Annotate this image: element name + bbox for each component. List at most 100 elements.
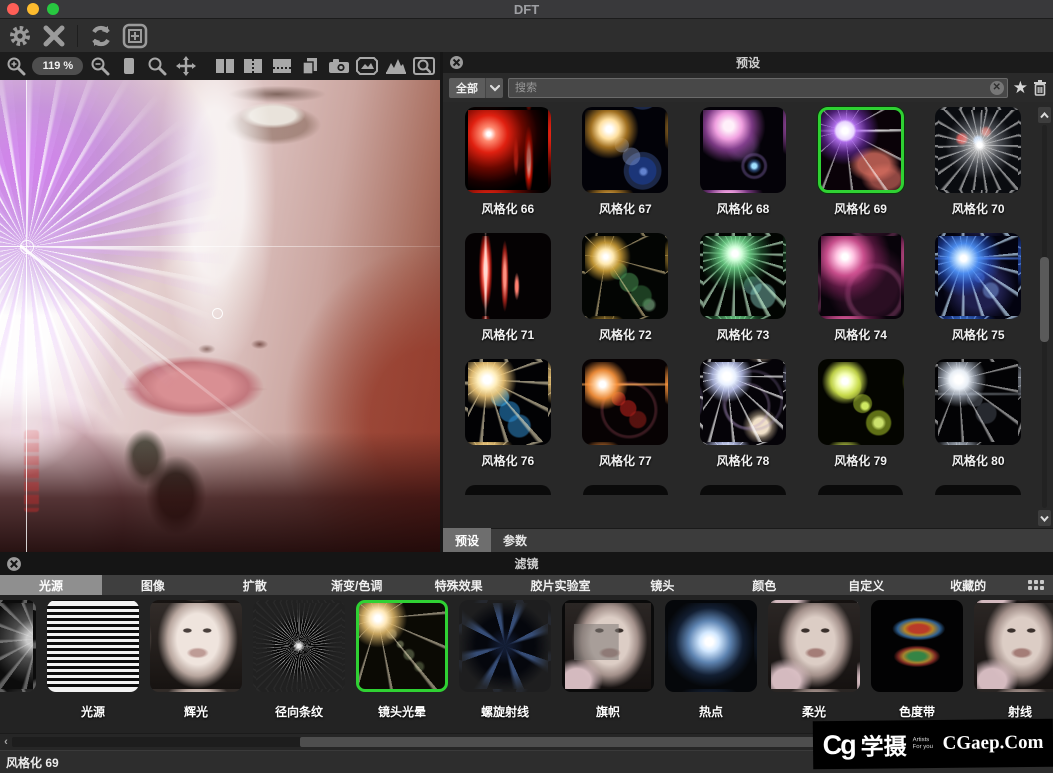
category-tab-light[interactable]: 光源 bbox=[0, 575, 102, 595]
preset-item[interactable]: 风格化 76 bbox=[449, 359, 567, 485]
filter-item-radial-streaks[interactable]: 径向条纹 bbox=[253, 600, 345, 733]
preset-thumbnail-selected[interactable] bbox=[818, 107, 904, 193]
filter-item-partial[interactable]: 线 bbox=[0, 600, 36, 733]
preset-item[interactable]: 风格化 77 bbox=[567, 359, 685, 485]
image-frame-icon[interactable] bbox=[356, 55, 379, 77]
duplicate-view-icon[interactable] bbox=[299, 55, 322, 77]
chevron-down-icon[interactable] bbox=[485, 78, 503, 98]
fit-to-window-icon[interactable] bbox=[117, 55, 140, 77]
preset-item[interactable]: 风格化 80 bbox=[919, 359, 1037, 485]
preset-filter-dropdown[interactable]: 全部 bbox=[449, 78, 503, 98]
scrollbar-thumb[interactable] bbox=[1040, 257, 1049, 342]
preset-item[interactable]: 风格化 73 bbox=[684, 233, 802, 359]
category-tab-custom[interactable]: 自定义 bbox=[815, 575, 917, 595]
filter-item-spiral-rays[interactable]: 螺旋射线 bbox=[459, 600, 551, 733]
preset-thumbnail[interactable] bbox=[465, 107, 551, 193]
preset-thumbnail[interactable] bbox=[935, 107, 1021, 193]
preset-thumbnail[interactable] bbox=[935, 359, 1021, 445]
category-tab-diffusion[interactable]: 扩散 bbox=[204, 575, 306, 595]
category-tab-image[interactable]: 图像 bbox=[102, 575, 204, 595]
filter-item-hotspot[interactable]: 热点 bbox=[665, 600, 757, 733]
preset-item[interactable]: 风格化 70 bbox=[919, 107, 1037, 233]
zoom-out-icon[interactable] bbox=[88, 55, 111, 77]
preset-item[interactable]: 风格化 78 bbox=[684, 359, 802, 485]
preset-thumbnail[interactable] bbox=[700, 233, 786, 319]
preset-scrollbar[interactable] bbox=[1038, 107, 1051, 526]
preset-item[interactable]: 风格化 75 bbox=[919, 233, 1037, 359]
scroll-left-icon[interactable]: ‹ bbox=[0, 734, 12, 751]
delete-trash-icon[interactable] bbox=[1033, 80, 1047, 96]
flare-control-point-secondary[interactable] bbox=[212, 308, 223, 319]
preset-thumbnail[interactable] bbox=[465, 233, 551, 319]
preset-item-selected[interactable]: 风格化 69 bbox=[802, 107, 920, 233]
refresh-icon[interactable] bbox=[87, 23, 115, 49]
category-tab-lens[interactable]: 镜头 bbox=[611, 575, 713, 595]
settings-gear-icon[interactable] bbox=[6, 23, 34, 49]
split-dashed-view-icon[interactable] bbox=[242, 55, 265, 77]
filter-item-flag[interactable]: 旗帜 bbox=[562, 600, 654, 733]
split-horizontal-view-icon[interactable] bbox=[270, 55, 293, 77]
filter-thumbnail[interactable] bbox=[253, 600, 345, 692]
magnifier-icon[interactable] bbox=[145, 55, 168, 77]
filter-item-soft-light[interactable]: 柔光 bbox=[768, 600, 860, 733]
preset-item[interactable]: 风格化 68 bbox=[684, 107, 802, 233]
filter-item-light-source[interactable]: 光源 bbox=[47, 600, 139, 733]
filter-thumbnail[interactable] bbox=[562, 600, 654, 692]
category-tab-favorites[interactable]: 收藏的 bbox=[917, 575, 1019, 595]
preset-thumbnail[interactable] bbox=[935, 233, 1021, 319]
preset-item[interactable]: 风格化 72 bbox=[567, 233, 685, 359]
histogram-icon[interactable] bbox=[384, 55, 407, 77]
filter-item-lens-flare-selected[interactable]: 镜头光晕 bbox=[356, 600, 448, 733]
snapshot-camera-icon[interactable] bbox=[327, 55, 350, 77]
preset-label: 风格化 74 bbox=[834, 326, 887, 343]
zoom-level-display[interactable]: 119 % bbox=[32, 57, 83, 75]
preset-thumbnail[interactable] bbox=[818, 233, 904, 319]
filter-item-rays[interactable]: 射线 bbox=[974, 600, 1053, 733]
filter-item-glow[interactable]: 辉光 bbox=[150, 600, 242, 733]
clear-search-icon[interactable]: ✕ bbox=[990, 81, 1004, 95]
close-filters-panel-icon[interactable] bbox=[6, 556, 22, 572]
preview-loupe-icon[interactable] bbox=[413, 55, 436, 77]
close-panel-icon[interactable] bbox=[449, 55, 464, 70]
filter-thumbnail-selected[interactable] bbox=[356, 600, 448, 692]
scroll-up-icon[interactable] bbox=[1038, 107, 1051, 123]
tab-parameters[interactable]: 参数 bbox=[491, 528, 539, 552]
preset-thumbnail[interactable] bbox=[582, 107, 668, 193]
split-vertical-view-icon[interactable] bbox=[213, 55, 236, 77]
pan-tool-icon[interactable] bbox=[174, 55, 197, 77]
preset-item[interactable]: 风格化 74 bbox=[802, 233, 920, 359]
filter-thumbnail[interactable] bbox=[150, 600, 242, 692]
preset-thumbnail[interactable] bbox=[582, 359, 668, 445]
preset-item[interactable]: 风格化 67 bbox=[567, 107, 685, 233]
filter-thumbnail[interactable] bbox=[47, 600, 139, 692]
scroll-down-icon[interactable] bbox=[1038, 510, 1051, 526]
filter-thumbnail[interactable] bbox=[768, 600, 860, 692]
preset-thumbnail[interactable] bbox=[582, 233, 668, 319]
filter-thumbnail[interactable] bbox=[871, 600, 963, 692]
preset-thumbnail[interactable] bbox=[465, 359, 551, 445]
zoom-in-icon[interactable] bbox=[4, 55, 27, 77]
category-tab-special-effects[interactable]: 特殊效果 bbox=[408, 575, 510, 595]
image-canvas[interactable] bbox=[0, 80, 440, 552]
cancel-x-icon[interactable] bbox=[40, 23, 68, 49]
category-tab-gradient-tint[interactable]: 渐变/色调 bbox=[306, 575, 408, 595]
preset-thumbnail[interactable] bbox=[700, 107, 786, 193]
preset-item[interactable]: 风格化 66 bbox=[449, 107, 567, 233]
search-input[interactable] bbox=[508, 78, 1008, 98]
preset-item[interactable]: 风格化 79 bbox=[802, 359, 920, 485]
preset-thumbnail[interactable] bbox=[700, 359, 786, 445]
filter-thumbnail[interactable] bbox=[459, 600, 551, 692]
favorite-star-icon[interactable]: ★ bbox=[1013, 79, 1028, 96]
filter-thumbnail[interactable] bbox=[0, 600, 36, 692]
filter-thumbnail[interactable] bbox=[974, 600, 1053, 692]
snapshot-frame-icon[interactable] bbox=[121, 23, 149, 49]
category-tab-color[interactable]: 颜色 bbox=[713, 575, 815, 595]
flare-control-point-primary[interactable] bbox=[20, 240, 34, 254]
filter-thumbnail[interactable] bbox=[665, 600, 757, 692]
category-tab-film-lab[interactable]: 胶片实验室 bbox=[510, 575, 612, 595]
preset-item[interactable]: 风格化 71 bbox=[449, 233, 567, 359]
category-grid-icon[interactable] bbox=[1019, 575, 1053, 595]
filter-item-chroma-bands[interactable]: 色度带 bbox=[871, 600, 963, 733]
preset-thumbnail[interactable] bbox=[818, 359, 904, 445]
tab-presets[interactable]: 预设 bbox=[443, 528, 491, 552]
